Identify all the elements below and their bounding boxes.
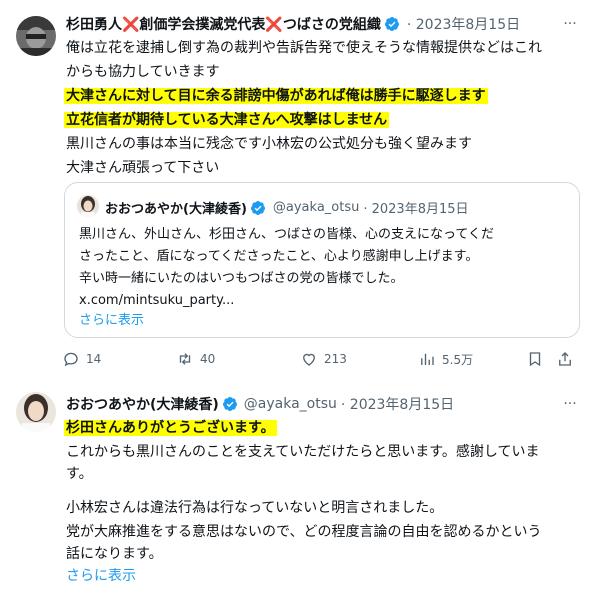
retweet-button[interactable]: 40: [176, 350, 215, 368]
tweet-1-line-1: 俺は立花を逮捕し倒す為の裁判や告訴告発で使えそうな情報提供などはこれ: [66, 40, 542, 56]
show-more-link[interactable]: さらに表示: [66, 566, 136, 586]
tweet-date[interactable]: · 2023年8月15日: [341, 394, 454, 414]
quoted-line-4: x.com/mintsuku_party...: [79, 293, 235, 308]
reply-button[interactable]: 14: [62, 350, 101, 368]
tweet-1-header: 杉田勇人❌創価学会撲滅党代表❌つばさの党組織 · 2023年8月15日: [66, 14, 566, 34]
quoted-handle[interactable]: @ayaka_otsu: [273, 200, 359, 215]
retweet-icon: [179, 353, 191, 365]
more-options-button[interactable]: ···: [560, 14, 580, 34]
heart-icon: [303, 353, 315, 366]
quoted-header: おおつあやか(大津綾香) @ayaka_otsu · 2023年8月15日: [105, 198, 469, 217]
verified-badge-icon: [384, 17, 399, 31]
like-button[interactable]: 213: [300, 350, 347, 368]
tweet-1-line-4-wrap: 立花信者が期待している大津さんへ攻撃はしません: [64, 110, 390, 130]
tweet-2-line-2: これからも黒川さんのことを支えていただけたらと思います。感謝していま: [66, 444, 540, 460]
quoted-line-1: 黒川さん、外山さん、杉田さん、つばさの皆様、心の支えになってくだ: [79, 227, 494, 242]
views-chart-icon: [421, 353, 434, 365]
avatar-image: [16, 16, 56, 56]
avatar-image: [16, 392, 56, 432]
quoted-tweet[interactable]: おおつあやか(大津綾香) @ayaka_otsu · 2023年8月15日 黒川…: [64, 182, 580, 338]
tweet-2-line-1: 杉田さんありがとうございます。: [64, 420, 277, 436]
view-count: 5.5万: [442, 352, 474, 367]
quoted-verified-badge-icon: [250, 200, 265, 215]
retweet-count: 40: [200, 352, 216, 366]
quoted-date[interactable]: · 2023年8月15日: [363, 198, 468, 217]
bookmark-button[interactable]: [526, 350, 550, 368]
tweet-1-line-2: からも協力していきます: [66, 64, 220, 80]
quoted-display-name[interactable]: おおつあやか(大津綾香): [105, 198, 247, 217]
tweet-1-line-3: 大津さんに対して目に余る誹謗中傷があれば俺は勝手に駆逐します: [64, 88, 488, 104]
avatar-otsu[interactable]: [16, 392, 56, 432]
share-icon: [559, 352, 571, 366]
reply-count: 14: [86, 352, 102, 366]
tweet-1-line-5: 黒川さんの事は本当に残念です小林宏の公式処分も強く望みます: [66, 136, 472, 152]
more-icon: ···: [563, 16, 577, 32]
display-name[interactable]: おおつあやか(大津綾香): [66, 394, 219, 414]
tweet-2-line-3: す。: [66, 466, 93, 482]
tweet-1-line-6: 大津さん頑張って下さい: [66, 160, 220, 176]
tweet-2-line-4: 小林宏さんは違法行為は行なっていないと明言されました。: [66, 500, 444, 516]
avatar-sugita[interactable]: [16, 16, 56, 56]
tweet-2-line-5: 党が大麻推進をする意思はないので、どの程度言論の自由を認めるかという: [66, 524, 542, 540]
quoted-avatar[interactable]: [77, 195, 99, 217]
more-options-button[interactable]: ···: [560, 394, 580, 414]
tweet-2-line-1-wrap: 杉田さんありがとうございます。: [64, 418, 277, 438]
display-name[interactable]: 杉田勇人❌創価学会撲滅党代表❌つばさの党組織: [66, 14, 381, 34]
handle[interactable]: @ayaka_otsu: [244, 396, 337, 412]
share-button[interactable]: [556, 350, 580, 368]
more-icon: ···: [563, 396, 577, 412]
tweet-1[interactable]: 杉田勇人❌創価学会撲滅党代表❌つばさの党組織 · 2023年8月15日 ··· …: [0, 0, 598, 380]
quoted-line-2: さったこと、盾になってくださったこと、心より感謝申し上げます。: [79, 249, 479, 264]
tweet-1-line-4: 立花信者が期待している大津さんへ攻撃はしません: [64, 112, 390, 128]
tweet-2[interactable]: おおつあやか(大津綾香) @ayaka_otsu · 2023年8月15日 ··…: [0, 380, 598, 598]
quoted-line-3: 辛い時一緒にいたのはいつもつばさの党の皆様でした。: [79, 271, 404, 286]
verified-badge-icon: [222, 397, 237, 411]
tweet-2-header: おおつあやか(大津綾香) @ayaka_otsu · 2023年8月15日: [66, 394, 454, 414]
tweet-date[interactable]: · 2023年8月15日: [407, 14, 520, 34]
like-count: 213: [324, 352, 347, 366]
reply-icon: [64, 352, 78, 367]
bookmark-icon: [529, 352, 541, 367]
tweet-1-line-3-wrap: 大津さんに対して目に余る誹謗中傷があれば俺は勝手に駆逐します: [64, 86, 488, 106]
tweet-1-action-bar: 14 40 213 5.5万: [56, 350, 576, 372]
quoted-show-more-link[interactable]: さらに表示: [79, 311, 144, 331]
tweet-2-line-6: 話になります。: [66, 546, 163, 562]
quoted-avatar-image: [77, 195, 99, 217]
views-button[interactable]: 5.5万: [418, 350, 473, 368]
